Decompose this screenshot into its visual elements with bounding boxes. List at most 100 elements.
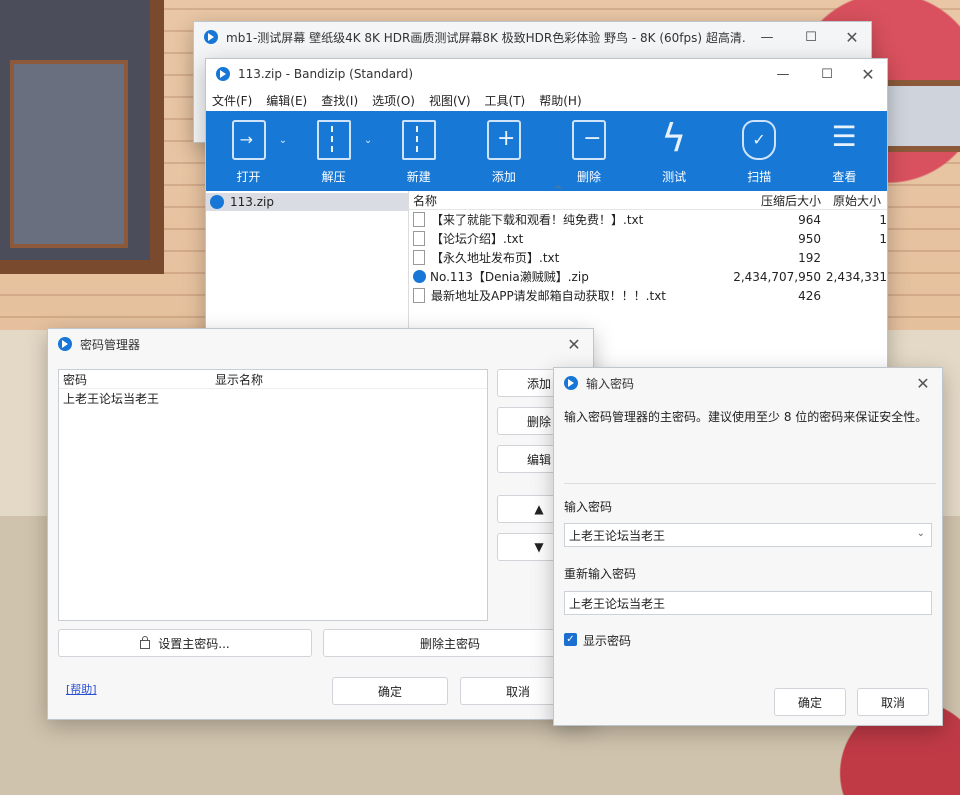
list-item[interactable]: 上老王论坛当老王	[59, 389, 487, 407]
enter-password-title: 输入密码	[586, 376, 635, 391]
bandizip-window[interactable]: 113.zip - Bandizip (Standard) — ☐ ✕ 文件(F…	[205, 58, 888, 372]
scan-button[interactable]: 扫描	[717, 111, 802, 191]
text-file-icon	[413, 250, 425, 265]
bandizip-app-icon	[216, 67, 230, 81]
close-icon[interactable]: ✕	[849, 65, 887, 84]
column-password[interactable]: 密码	[59, 371, 211, 388]
test-button[interactable]: 测试	[632, 111, 717, 191]
file-original-size: 2,434,331	[825, 269, 887, 284]
zip-file-icon	[413, 270, 426, 283]
ok-button[interactable]: 确定	[774, 688, 846, 716]
close-icon[interactable]: ✕	[833, 28, 871, 47]
open-button[interactable]: 打开 ⌄	[206, 111, 291, 191]
table-row[interactable]: 最新地址及APP请发邮箱自动获取！！！.txt 426	[409, 286, 887, 305]
set-master-password-button[interactable]: 设置主密码...	[58, 629, 312, 657]
column-compressed[interactable]: 压缩后大小	[713, 192, 821, 209]
new-archive-label: 新建	[406, 170, 431, 184]
ok-button[interactable]: 确定	[332, 677, 448, 705]
password-label: 输入密码	[564, 500, 613, 514]
table-row[interactable]: 【论坛介绍】.txt 950 1	[409, 229, 887, 248]
menu-bar: 文件(F) 编辑(E) 查找(I) 选项(O) 视图(V) 工具(T) 帮助(H…	[206, 89, 887, 111]
file-compressed-size: 964	[798, 212, 821, 227]
table-row[interactable]: 【来了就能下载和观看！纯免费！】.txt 964 1	[409, 210, 887, 229]
delete-master-password-button[interactable]: 删除主密码	[323, 629, 577, 657]
file-name: No.113【Denia濑贼贼】.zip	[430, 270, 589, 284]
enter-password-titlebar[interactable]: 输入密码 ✕	[554, 368, 942, 398]
bandizip-title: 113.zip - Bandizip (Standard)	[238, 67, 414, 81]
maximize-icon[interactable]: ☐	[805, 59, 849, 89]
menu-help[interactable]: 帮助(H)	[539, 92, 581, 109]
menu-edit[interactable]: 编辑(E)	[266, 92, 307, 109]
divider	[564, 483, 936, 484]
password-manager-dialog[interactable]: 密码管理器 ✕ 密码 显示名称 上老王论坛当老王 添加 删除 编辑 ▲ ▼ 设置…	[47, 328, 594, 720]
column-display-name[interactable]: 显示名称	[211, 371, 263, 388]
password-input-value: 上老王论坛当老王	[569, 528, 666, 543]
minimize-icon[interactable]: —	[761, 59, 805, 89]
file-compressed-size: 950	[798, 231, 821, 246]
menu-tools[interactable]: 工具(T)	[485, 92, 526, 109]
show-password-checkbox[interactable]: ✓	[564, 633, 577, 646]
password-list[interactable]: 密码 显示名称 上老王论坛当老王	[58, 369, 488, 621]
password-manager-title: 密码管理器	[80, 337, 141, 352]
file-compressed-size: 2,434,707,950	[733, 269, 821, 284]
file-name: 【论坛介绍】.txt	[431, 232, 524, 246]
add-file-icon	[486, 120, 521, 160]
reenter-password-input[interactable]: 上老王论坛当老王	[564, 591, 932, 615]
delete-file-icon	[572, 120, 607, 160]
lightning-icon	[657, 116, 691, 160]
lock-icon	[140, 635, 151, 649]
column-original[interactable]: 原始大小	[821, 192, 883, 209]
reenter-password-label: 重新输入密码	[564, 567, 637, 581]
bandizip-app-icon	[58, 337, 72, 351]
wallpaper-window	[0, 0, 164, 274]
new-archive-button[interactable]: 新建	[376, 111, 461, 191]
player-app-icon	[204, 30, 218, 44]
file-name: 最新地址及APP请发邮箱自动获取！！！.txt	[431, 289, 667, 303]
password-entry: 上老王论坛当老王	[63, 391, 160, 406]
background-window-titlebar[interactable]: mb1-测试屏幕 壁纸级4K 8K HDR画质测试屏幕8K 极致HDR色彩体验 …	[194, 22, 871, 52]
extract-icon	[316, 120, 351, 160]
file-name: 【来了就能下载和观看！纯免费！】.txt	[431, 213, 644, 227]
file-compressed-size: 426	[798, 288, 821, 303]
text-file-icon	[413, 288, 425, 303]
extract-label: 解压	[321, 170, 346, 184]
minimize-icon[interactable]: —	[745, 22, 789, 52]
background-window-title: mb1-测试屏幕 壁纸级4K 8K HDR画质测试屏幕8K 极致HDR色彩体验 …	[226, 30, 745, 45]
text-file-icon	[413, 212, 425, 227]
chevron-down-icon[interactable]: ⌄	[364, 135, 372, 146]
bandizip-titlebar[interactable]: 113.zip - Bandizip (Standard) — ☐ ✕	[206, 59, 887, 89]
menu-view[interactable]: 视图(V)	[429, 92, 471, 109]
view-button[interactable]: 查看	[802, 111, 887, 191]
menu-file[interactable]: 文件(F)	[212, 92, 252, 109]
table-row[interactable]: No.113【Denia濑贼贼】.zip 2,434,707,950 2,434…	[409, 267, 887, 286]
reenter-password-value: 上老王论坛当老王	[569, 596, 666, 611]
extract-button[interactable]: 解压 ⌄	[291, 111, 376, 191]
close-icon[interactable]: ✕	[555, 335, 593, 354]
open-label: 打开	[236, 170, 261, 184]
maximize-icon[interactable]: ☐	[789, 22, 833, 52]
chevron-down-icon[interactable]: ⌄	[917, 528, 925, 539]
file-list-header: 名称 压缩后大小 原始大小	[409, 191, 887, 210]
delete-label: 删除	[577, 170, 602, 184]
close-icon[interactable]: ✕	[904, 374, 942, 393]
add-button[interactable]: 添加	[461, 111, 546, 191]
chevron-down-icon[interactable]: ⌄	[279, 135, 287, 146]
enter-password-dialog[interactable]: 输入密码 ✕ 输入密码管理器的主密码。建议使用至少 8 位的密码来保证安全性。 …	[553, 367, 943, 726]
menu-options[interactable]: 选项(O)	[372, 92, 415, 109]
sort-ascending-icon: ^	[554, 185, 563, 196]
password-manager-titlebar[interactable]: 密码管理器 ✕	[48, 329, 593, 359]
show-password-label[interactable]: 显示密码	[583, 632, 631, 649]
password-input[interactable]: 上老王论坛当老王 ⌄	[564, 523, 932, 547]
menu-find[interactable]: 查找(I)	[321, 92, 358, 109]
open-icon	[231, 120, 266, 160]
toolbar: 打开 ⌄ 解压 ⌄ 新建 添加 删除 测试 扫描 查看	[206, 111, 887, 191]
cancel-button[interactable]: 取消	[857, 688, 929, 716]
tree-item-archive[interactable]: 113.zip	[206, 193, 408, 211]
delete-button[interactable]: 删除	[547, 111, 632, 191]
table-row[interactable]: 【永久地址发布页】.txt 192	[409, 248, 887, 267]
scan-label: 扫描	[747, 170, 772, 184]
file-original-size: 1	[879, 231, 887, 246]
zip-archive-icon	[210, 195, 224, 209]
set-master-password-label: 设置主密码...	[158, 636, 230, 651]
help-link[interactable]: [帮助]	[66, 681, 97, 697]
